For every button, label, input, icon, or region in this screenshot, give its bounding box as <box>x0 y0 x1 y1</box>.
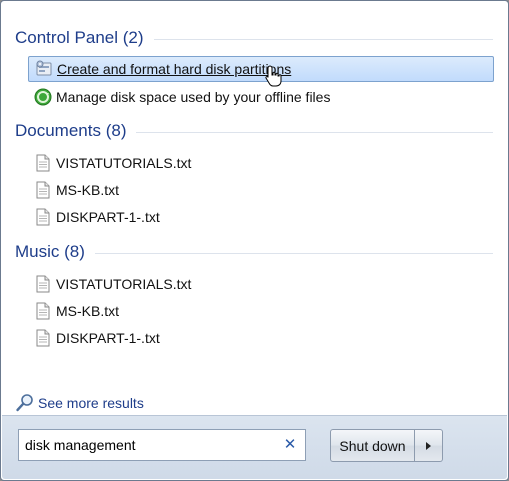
see-more-results-link[interactable]: See more results <box>15 392 144 414</box>
text-document-icon <box>34 302 52 320</box>
shutdown-options-button[interactable] <box>415 429 443 462</box>
triangle-right-icon <box>426 441 431 450</box>
search-box[interactable]: ✕ <box>18 429 306 461</box>
section-divider <box>153 38 493 40</box>
see-more-label: See more results <box>38 395 144 411</box>
text-document-icon <box>34 329 52 347</box>
start-menu: Control Panel (2) Create and format hard… <box>0 0 509 481</box>
result-item-music[interactable]: VISTATUTORIALS.txt <box>28 271 494 297</box>
result-item-manage-offline-files[interactable]: Manage disk space used by your offline f… <box>28 84 494 110</box>
search-results-pane: Control Panel (2) Create and format hard… <box>2 2 507 416</box>
result-item-document[interactable]: MS-KB.txt <box>28 177 494 203</box>
result-item-label: Manage disk space used by your offline f… <box>56 89 331 105</box>
result-item-label: DISKPART-1-.txt <box>56 209 160 225</box>
green-sync-icon <box>34 88 52 106</box>
shutdown-group: Shut down <box>330 429 443 462</box>
result-item-label: Create and format hard disk partitions <box>57 61 292 77</box>
magnifier-icon <box>15 393 35 413</box>
result-item-label: VISTATUTORIALS.txt <box>56 155 192 171</box>
section-divider <box>94 252 493 254</box>
bottom-bar: ✕ Shut down <box>2 415 507 479</box>
text-document-icon <box>34 181 52 199</box>
result-item-music[interactable]: MS-KB.txt <box>28 298 494 324</box>
section-header-documents[interactable]: Documents (8) <box>15 119 493 143</box>
result-item-label: MS-KB.txt <box>56 182 120 198</box>
search-input[interactable] <box>25 437 280 453</box>
text-document-icon <box>34 275 52 293</box>
shutdown-button[interactable]: Shut down <box>330 429 415 462</box>
result-item-label: MS-KB.txt <box>56 303 120 319</box>
section-header-control-panel[interactable]: Control Panel (2) <box>15 26 493 50</box>
section-title[interactable]: Music (8) <box>15 242 95 262</box>
result-item-music[interactable]: DISKPART-1-.txt <box>28 325 494 351</box>
text-document-icon <box>34 208 52 226</box>
text-document-icon <box>34 154 52 172</box>
result-item-label: DISKPART-1-.txt <box>56 330 160 346</box>
section-header-music[interactable]: Music (8) <box>15 240 493 264</box>
result-item-document[interactable]: VISTATUTORIALS.txt <box>28 150 494 176</box>
control-panel-disk-icon <box>35 60 53 78</box>
section-divider <box>136 131 493 133</box>
result-item-label: VISTATUTORIALS.txt <box>56 276 192 292</box>
clear-x-icon[interactable]: ✕ <box>281 436 299 454</box>
result-item-document[interactable]: DISKPART-1-.txt <box>28 204 494 230</box>
section-title[interactable]: Documents (8) <box>15 121 136 141</box>
section-title[interactable]: Control Panel (2) <box>15 28 154 48</box>
result-item-create-format-partitions[interactable]: Create and format hard disk partitions <box>28 56 494 82</box>
